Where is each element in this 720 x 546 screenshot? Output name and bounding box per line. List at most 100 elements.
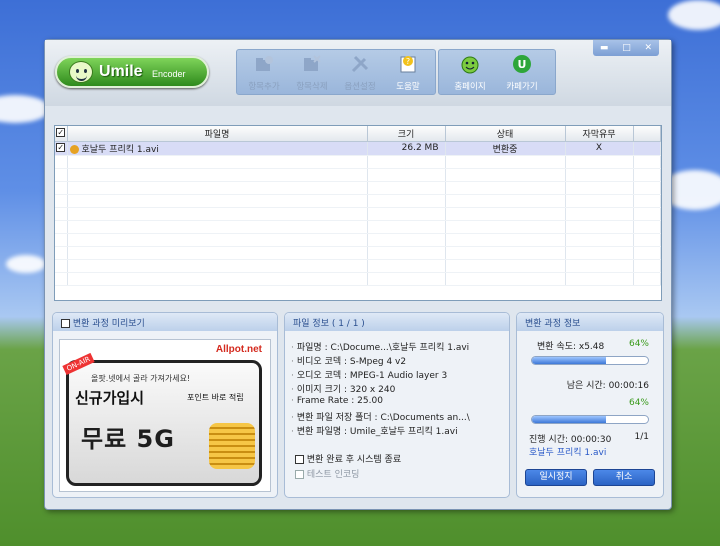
filename-text: 호날두 프리킥 1.avi [81,144,159,155]
select-all-checkbox[interactable]: ✓ [56,128,66,138]
empty-row [55,272,661,286]
select-all-header[interactable]: ✓ [55,126,68,142]
tools-icon [351,55,369,73]
preview-checkbox[interactable] [61,319,70,328]
total-progress-bar [531,415,649,424]
speed-text: 변환 속도: x5.48 [537,342,605,352]
options-button[interactable]: 옵션설정 [339,50,381,94]
options-label: 옵션설정 [344,82,376,92]
preview-title: 변환 과정 미리보기 [72,319,145,329]
progress-panel: 변환 과정 정보 변환 속도: x5.48 64% 남은 시간: 00:00:1… [516,312,664,498]
test-encoding-label: 테스트 인코딩 [306,470,360,480]
header-filler [633,126,661,142]
header-size[interactable]: 크기 [367,126,446,142]
ad-line2-small: 포인트 바로 적립 [187,393,244,402]
total-progress-fill [532,416,607,423]
empty-row [55,194,661,208]
status-cell: 변환중 [445,141,566,156]
ad-brand: Allpot.net [215,344,262,355]
title-bar[interactable]: Umile Encoder 항목추가 항목삭제 옵션설정 ? 도움말 홈페이지 … [45,40,671,106]
percent2-text: 64% [628,398,649,408]
help-button[interactable]: ? 도움말 [387,50,429,94]
minimize-button[interactable]: ▬ [600,43,609,53]
preview-header[interactable]: 변환 과정 미리보기 [53,313,277,331]
header-status[interactable]: 상태 [445,126,566,142]
file-info-panel: 파일 정보 ( 1 / 1 ) 파일명 : C:\Docume...\호날두 프… [284,312,510,498]
ad-badge: ON-AIR [62,352,95,376]
size-cell: 26.2 MB [367,141,446,156]
header-filename[interactable]: 파일명 [67,126,368,142]
filename-cell: 호날두 프리킥 1.avi [67,141,368,156]
info-filename: 파일명 : C:\Docume...\호날두 프리킥 1.avi [291,340,469,353]
percent1-text: 64% [628,339,649,349]
umile-encoder-window: Umile Encoder 항목추가 항목삭제 옵션설정 ? 도움말 홈페이지 … [44,39,672,510]
count-text: 1/1 [634,432,649,442]
coin-stack-icon [209,423,255,469]
filler-cell [633,141,661,156]
empty-row [55,259,661,273]
svg-text:?: ? [406,57,410,66]
delete-item-button[interactable]: 항목삭제 [291,50,333,94]
info-image-size: 이미지 크기 : 320 x 240 [291,382,395,395]
shutdown-option[interactable]: 변환 완료 후 시스템 종료 [295,452,401,465]
window-controls: ▬ □ ✕ [593,40,659,56]
ad-line2: 신규가입시 [75,389,145,407]
cafe-label: 카페가기 [506,82,538,92]
empty-row [55,168,661,182]
maximize-button[interactable]: □ [622,43,631,53]
avi-file-icon [69,144,79,154]
row-check-cell[interactable]: ✓ [55,141,68,156]
speed-progress-fill [532,357,607,364]
file-list[interactable]: ✓ 파일명 크기 상태 자막유무 ✓ 호날두 프리킥 1.avi 26.2 MB… [54,125,662,301]
pause-button[interactable]: 일시정지 [525,469,587,486]
current-file-text: 호날두 프리킥 1.avi [529,448,607,458]
empty-row [55,155,661,169]
shutdown-label: 변환 완료 후 시스템 종료 [306,455,402,465]
remaining-text: 남은 시간: 00:00:16 [566,381,649,391]
empty-row [55,181,661,195]
cancel-button[interactable]: 취소 [593,469,655,486]
close-button[interactable]: ✕ [645,43,653,53]
info-audio-codec: 오디오 코덱 : MPEG-1 Audio layer 3 [291,368,447,381]
preview-panel: 변환 과정 미리보기 Allpot.net ON-AIR 올팟.넷에서 골라 가… [52,312,278,498]
empty-row [55,246,661,260]
smiley-home-icon [461,56,479,74]
ad-line3: 무료 5G [81,425,175,453]
help-label: 도움말 [396,82,420,92]
speed-progress-bar [531,356,649,365]
advertisement-banner[interactable]: Allpot.net ON-AIR 올팟.넷에서 골라 가져가세요! 신규가입시… [59,339,271,492]
folder-add-icon [256,56,273,71]
help-icon: ? [400,56,416,73]
delete-item-label: 항목삭제 [296,82,328,92]
info-video-codec: 비디오 코덱 : S-Mpeg 4 v2 [291,354,406,367]
elapsed-text: 진행 시간: 00:00:30 [529,435,612,445]
row-checkbox[interactable]: ✓ [56,143,66,152]
ad-line1: 올팟.넷에서 골라 가져가세요! [91,374,191,383]
test-encoding-checkbox[interactable] [295,470,304,479]
progress-header: 변환 과정 정보 [517,313,663,331]
file-info-header: 파일 정보 ( 1 / 1 ) [285,313,509,331]
cafe-button[interactable]: U 카페가기 [501,50,543,94]
header-subtitle[interactable]: 자막유무 [565,126,634,142]
logo-sub: Encoder [152,69,186,79]
file-table: ✓ 파일명 크기 상태 자막유무 ✓ 호날두 프리킥 1.avi 26.2 MB… [55,126,661,286]
empty-row [55,233,661,247]
app-logo: Umile Encoder [55,56,209,88]
ad-tv-graphic: ON-AIR 올팟.넷에서 골라 가져가세요! 신규가입시 포인트 바로 적립 … [62,352,262,486]
info-output-name: 변환 파일명 : Umile_호날두 프리킥 1.avi [291,424,458,437]
add-item-button[interactable]: 항목추가 [243,50,285,94]
desktop-cloud [0,95,50,123]
homepage-button[interactable]: 홈페이지 [449,50,491,94]
shutdown-checkbox[interactable] [295,455,304,464]
test-encoding-option[interactable]: 테스트 인코딩 [295,467,359,480]
cafe-u-icon: U [513,55,531,73]
empty-row [55,207,661,221]
desktop-cloud [6,255,46,273]
empty-row [55,220,661,234]
table-row[interactable]: ✓ 호날두 프리킥 1.avi 26.2 MB 변환중 X [55,141,661,156]
desktop-cloud [668,0,720,30]
smiley-logo-icon [69,61,93,83]
homepage-label: 홈페이지 [454,82,486,92]
info-save-folder: 변환 파일 저장 폴더 : C:\Documents an...\ [291,410,470,423]
info-frame-rate: Frame Rate : 25.00 [291,396,383,406]
